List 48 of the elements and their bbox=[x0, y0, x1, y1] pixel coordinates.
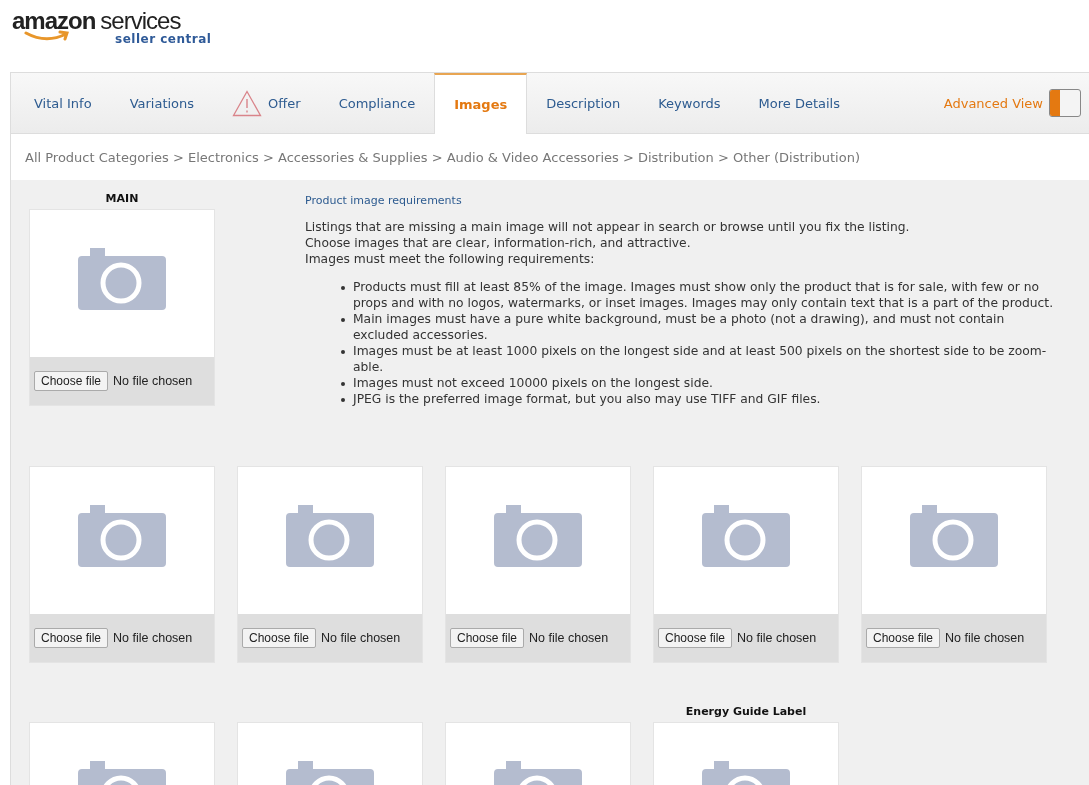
logo-brand: amazon bbox=[12, 10, 96, 32]
bullet-icon bbox=[341, 382, 345, 386]
requirement-text: Images must be at least 1000 pixels on the longest side and at least 500 pixels on the shortest side to be zoom-able. bbox=[353, 343, 1048, 375]
smile-arrow-icon bbox=[24, 30, 72, 42]
breadcrumb: All Product Categories > Electronics > Accessories & Supplies > Audio & Video Accessories > Distribution > Other (Distribution) bbox=[25, 149, 860, 165]
tab[interactable]: Vital Info bbox=[15, 73, 111, 133]
requirement-text: Products must fill at least 85% of the image. Images must show only the product that is for sale, with few or no props and with no logos, watermarks, or inset images. Images may only contain text that is a part of the product. bbox=[353, 279, 1055, 311]
requirement-text: JPEG is the preferred image format, but you also may use TIFF and GIF files. bbox=[353, 391, 821, 407]
tab[interactable]: Description bbox=[527, 73, 640, 133]
camera-icon bbox=[286, 504, 374, 567]
camera-icon bbox=[78, 247, 166, 310]
tab[interactable]: More Details bbox=[739, 73, 859, 133]
choose-file-button[interactable]: Choose file bbox=[242, 628, 317, 648]
file-status: No file chosen bbox=[737, 631, 817, 645]
file-status: No file chosen bbox=[529, 631, 609, 645]
requirement-text: Main images must have a pure white background, must be a photo (not a drawing), and must not contain excluded accessories. bbox=[353, 311, 1006, 343]
tab[interactable]: Offer bbox=[213, 73, 320, 133]
logo-subtitle: seller central bbox=[115, 32, 212, 46]
camera-icon bbox=[494, 504, 582, 567]
choose-file-button[interactable]: Choose file bbox=[866, 628, 941, 648]
choose-file-button[interactable]: Choose file bbox=[34, 628, 109, 648]
file-status: No file chosen bbox=[113, 374, 193, 388]
bullet-icon bbox=[341, 318, 345, 322]
choose-file-button[interactable]: Choose file bbox=[450, 628, 525, 648]
tab[interactable]: Variations bbox=[110, 73, 214, 133]
tab[interactable]: Keywords bbox=[639, 73, 740, 133]
file-status: No file chosen bbox=[321, 631, 401, 645]
intro-text: Listings that are missing a main image will not appear in search or browse until you fix the listing. bbox=[305, 219, 911, 235]
requirement-text: Images must not exceed 10000 pixels on the longest side. bbox=[353, 375, 713, 391]
file-status: No file chosen bbox=[113, 631, 193, 645]
camera-icon bbox=[78, 504, 166, 567]
advanced-view-label: Advanced View bbox=[943, 95, 1043, 111]
bullet-icon bbox=[341, 350, 345, 354]
file-status: No file chosen bbox=[945, 631, 1025, 645]
bullet-icon bbox=[341, 398, 345, 402]
intro-text: Choose images that are clear, information-rich, and attractive. bbox=[305, 235, 692, 251]
logo-product: services bbox=[100, 10, 181, 32]
tab[interactable]: Compliance bbox=[319, 73, 435, 133]
intro-text: Images must meet the following requirements: bbox=[305, 251, 596, 267]
bullet-icon bbox=[341, 286, 345, 290]
slot-label: Energy Guide Label bbox=[685, 705, 807, 719]
camera-icon bbox=[702, 504, 790, 567]
requirements-link[interactable]: Product image requirements bbox=[305, 194, 462, 207]
camera-icon bbox=[910, 504, 998, 567]
advanced-view-toggle[interactable] bbox=[1049, 89, 1081, 117]
choose-file-button[interactable]: Choose file bbox=[34, 371, 109, 391]
slot-label: MAIN bbox=[105, 192, 139, 206]
choose-file-button[interactable]: Choose file bbox=[658, 628, 733, 648]
